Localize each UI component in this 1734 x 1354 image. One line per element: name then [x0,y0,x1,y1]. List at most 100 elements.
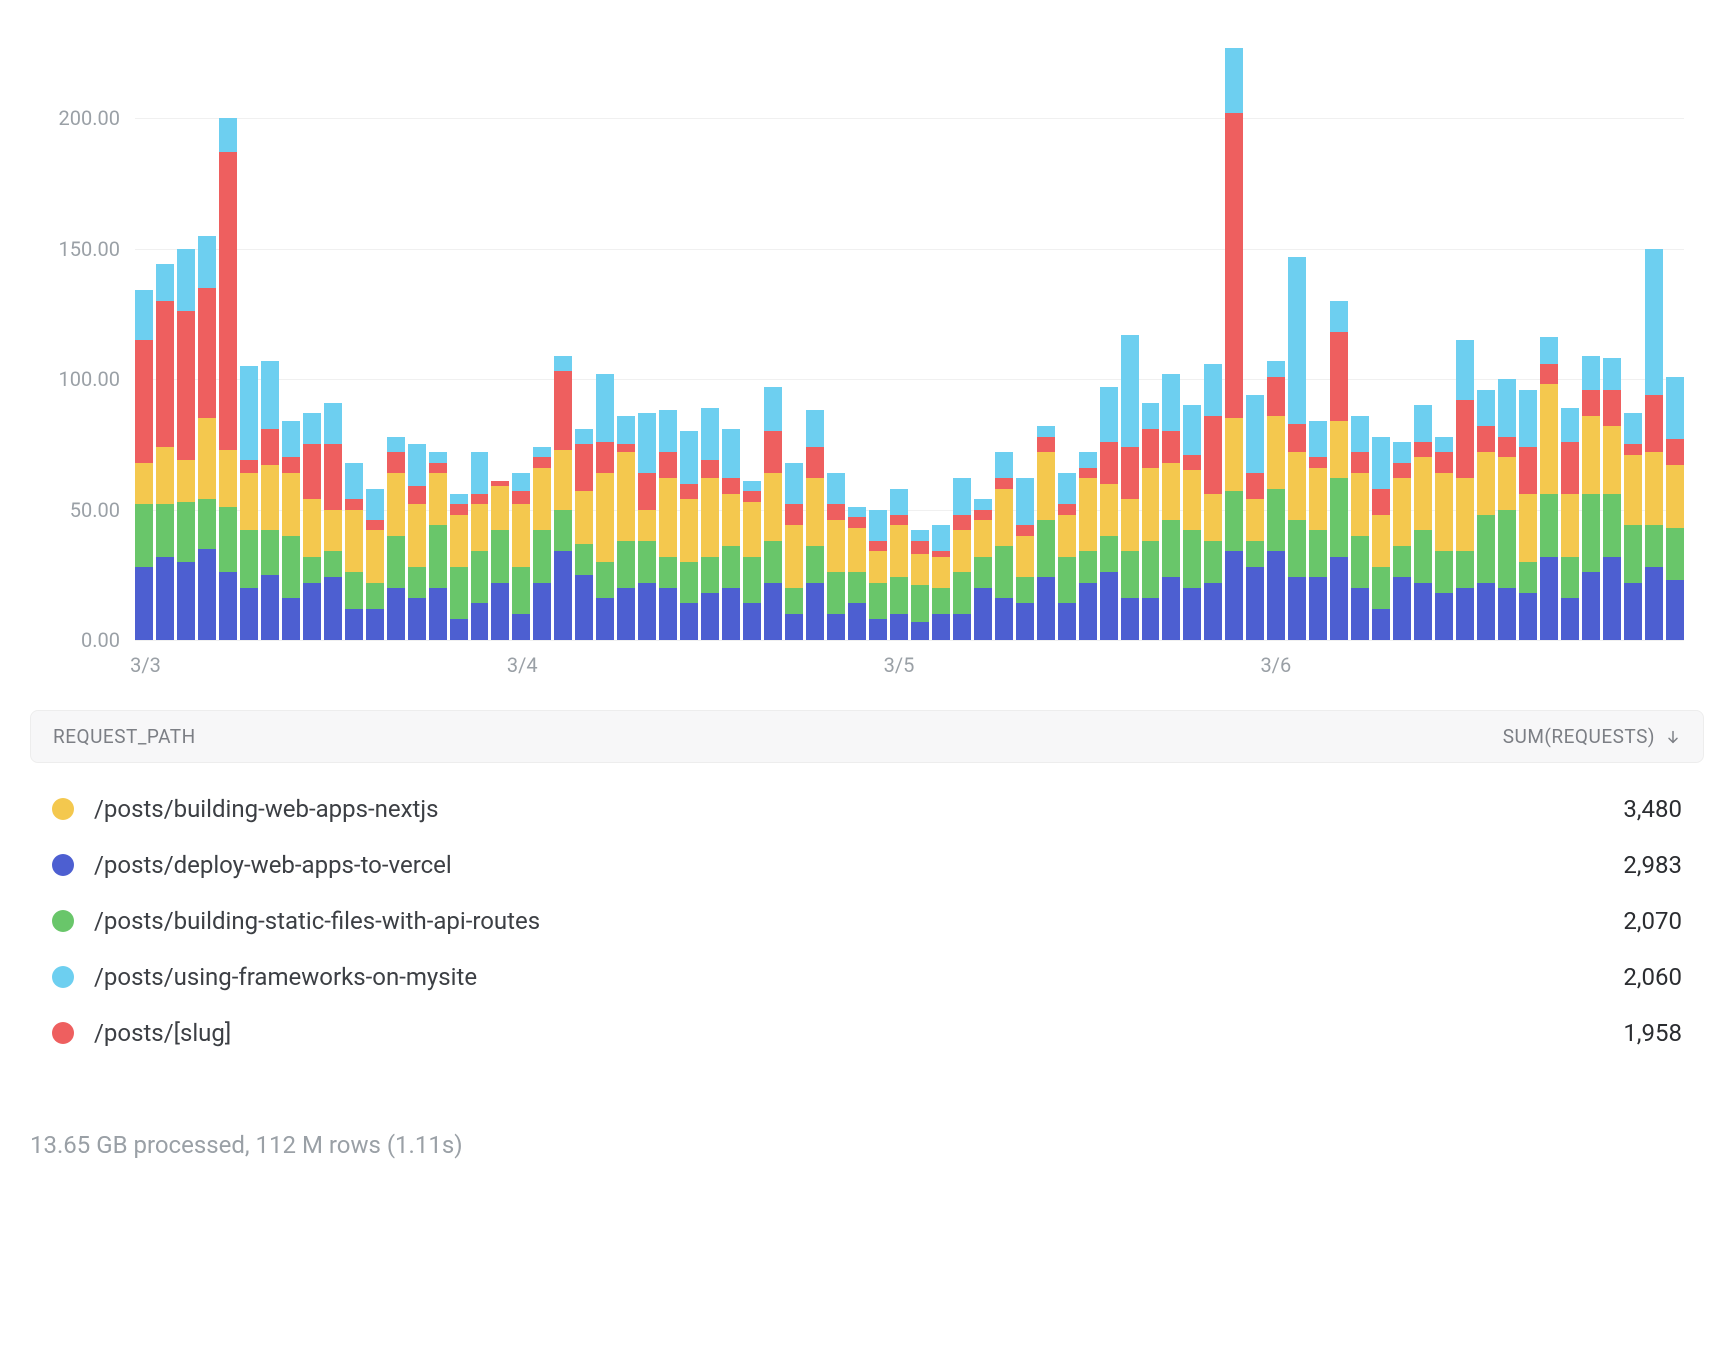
bar-column[interactable] [1288,40,1306,640]
bar-segment [953,572,971,614]
bar-column[interactable] [324,40,342,640]
bar-column[interactable] [659,40,677,640]
bar-column[interactable] [491,40,509,640]
bar-segment [1330,301,1348,332]
bar-column[interactable] [1142,40,1160,640]
bar-column[interactable] [303,40,321,640]
bar-column[interactable] [387,40,405,640]
bar-segment [974,499,992,509]
bar-column[interactable] [177,40,195,640]
bar-column[interactable] [512,40,530,640]
bar-column[interactable] [156,40,174,640]
bar-column[interactable] [743,40,761,640]
bar-column[interactable] [575,40,593,640]
bar-segment [785,614,803,640]
bar-column[interactable] [345,40,363,640]
bar-column[interactable] [995,40,1013,640]
bar-column[interactable] [722,40,740,640]
bar-column[interactable] [450,40,468,640]
bar-column[interactable] [1351,40,1369,640]
bar-column[interactable] [1183,40,1201,640]
bar-column[interactable] [554,40,572,640]
bar-segment [1204,583,1222,640]
bar-column[interactable] [1582,40,1600,640]
bar-column[interactable] [366,40,384,640]
bar-column[interactable] [261,40,279,640]
bar-segment [1309,457,1327,467]
bar-column[interactable] [1603,40,1621,640]
bar-column[interactable] [617,40,635,640]
bar-column[interactable] [1561,40,1579,640]
bar-column[interactable] [282,40,300,640]
bar-column[interactable] [240,40,258,640]
bar-column[interactable] [1246,40,1264,640]
bar-column[interactable] [596,40,614,640]
table-header[interactable]: REQUEST_PATH SUM(REQUESTS) [30,710,1704,763]
bar-column[interactable] [785,40,803,640]
bar-segment [638,541,656,583]
bar-segment [512,614,530,640]
bar-column[interactable] [638,40,656,640]
bar-segment [869,510,887,541]
bar-column[interactable] [1016,40,1034,640]
bar-column[interactable] [1267,40,1285,640]
bar-column[interactable] [1037,40,1055,640]
bar-column[interactable] [974,40,992,640]
bar-column[interactable] [1162,40,1180,640]
bar-column[interactable] [869,40,887,640]
bar-column[interactable] [1519,40,1537,640]
bar-column[interactable] [1309,40,1327,640]
x-tick-label: 3/4 [507,653,538,677]
request-path: /posts/using-frameworks-on-mysite [94,963,477,991]
bar-column[interactable] [701,40,719,640]
bar-column[interactable] [932,40,950,640]
table-row[interactable]: /posts/using-frameworks-on-mysite2,060 [30,949,1704,1005]
bar-column[interactable] [1456,40,1474,640]
table-row[interactable]: /posts/deploy-web-apps-to-vercel2,983 [30,837,1704,893]
bar-segment [659,410,677,452]
bar-column[interactable] [806,40,824,640]
bar-column[interactable] [1498,40,1516,640]
table-row[interactable]: /posts/building-static-files-with-api-ro… [30,893,1704,949]
bar-column[interactable] [1058,40,1076,640]
bar-segment [869,619,887,640]
table-row[interactable]: /posts/building-web-apps-nextjs3,480 [30,781,1704,837]
bar-column[interactable] [1225,40,1243,640]
bar-column[interactable] [911,40,929,640]
bar-column[interactable] [1666,40,1684,640]
bar-column[interactable] [1100,40,1118,640]
bar-column[interactable] [533,40,551,640]
bar-column[interactable] [1540,40,1558,640]
bar-column[interactable] [429,40,447,640]
bar-segment [219,152,237,449]
bar-segment [429,452,447,462]
bar-column[interactable] [1330,40,1348,640]
bar-column[interactable] [764,40,782,640]
bar-column[interactable] [471,40,489,640]
bar-column[interactable] [135,40,153,640]
bar-column[interactable] [1414,40,1432,640]
bar-column[interactable] [1645,40,1663,640]
bar-segment [743,603,761,640]
bar-column[interactable] [408,40,426,640]
table-row[interactable]: /posts/[slug]1,958 [30,1005,1704,1061]
bar-column[interactable] [198,40,216,640]
bar-segment [1058,473,1076,504]
bar-column[interactable] [1204,40,1222,640]
bar-column[interactable] [1624,40,1642,640]
bar-column[interactable] [827,40,845,640]
bar-column[interactable] [1121,40,1139,640]
bar-segment [743,502,761,557]
bar-column[interactable] [680,40,698,640]
bar-column[interactable] [1393,40,1411,640]
bar-column[interactable] [1477,40,1495,640]
bar-column[interactable] [1079,40,1097,640]
bar-column[interactable] [953,40,971,640]
bar-column[interactable] [890,40,908,640]
bar-column[interactable] [1372,40,1390,640]
bar-column[interactable] [848,40,866,640]
bar-segment [1121,447,1139,499]
bar-segment [1603,426,1621,494]
bar-column[interactable] [1435,40,1453,640]
bar-column[interactable] [219,40,237,640]
